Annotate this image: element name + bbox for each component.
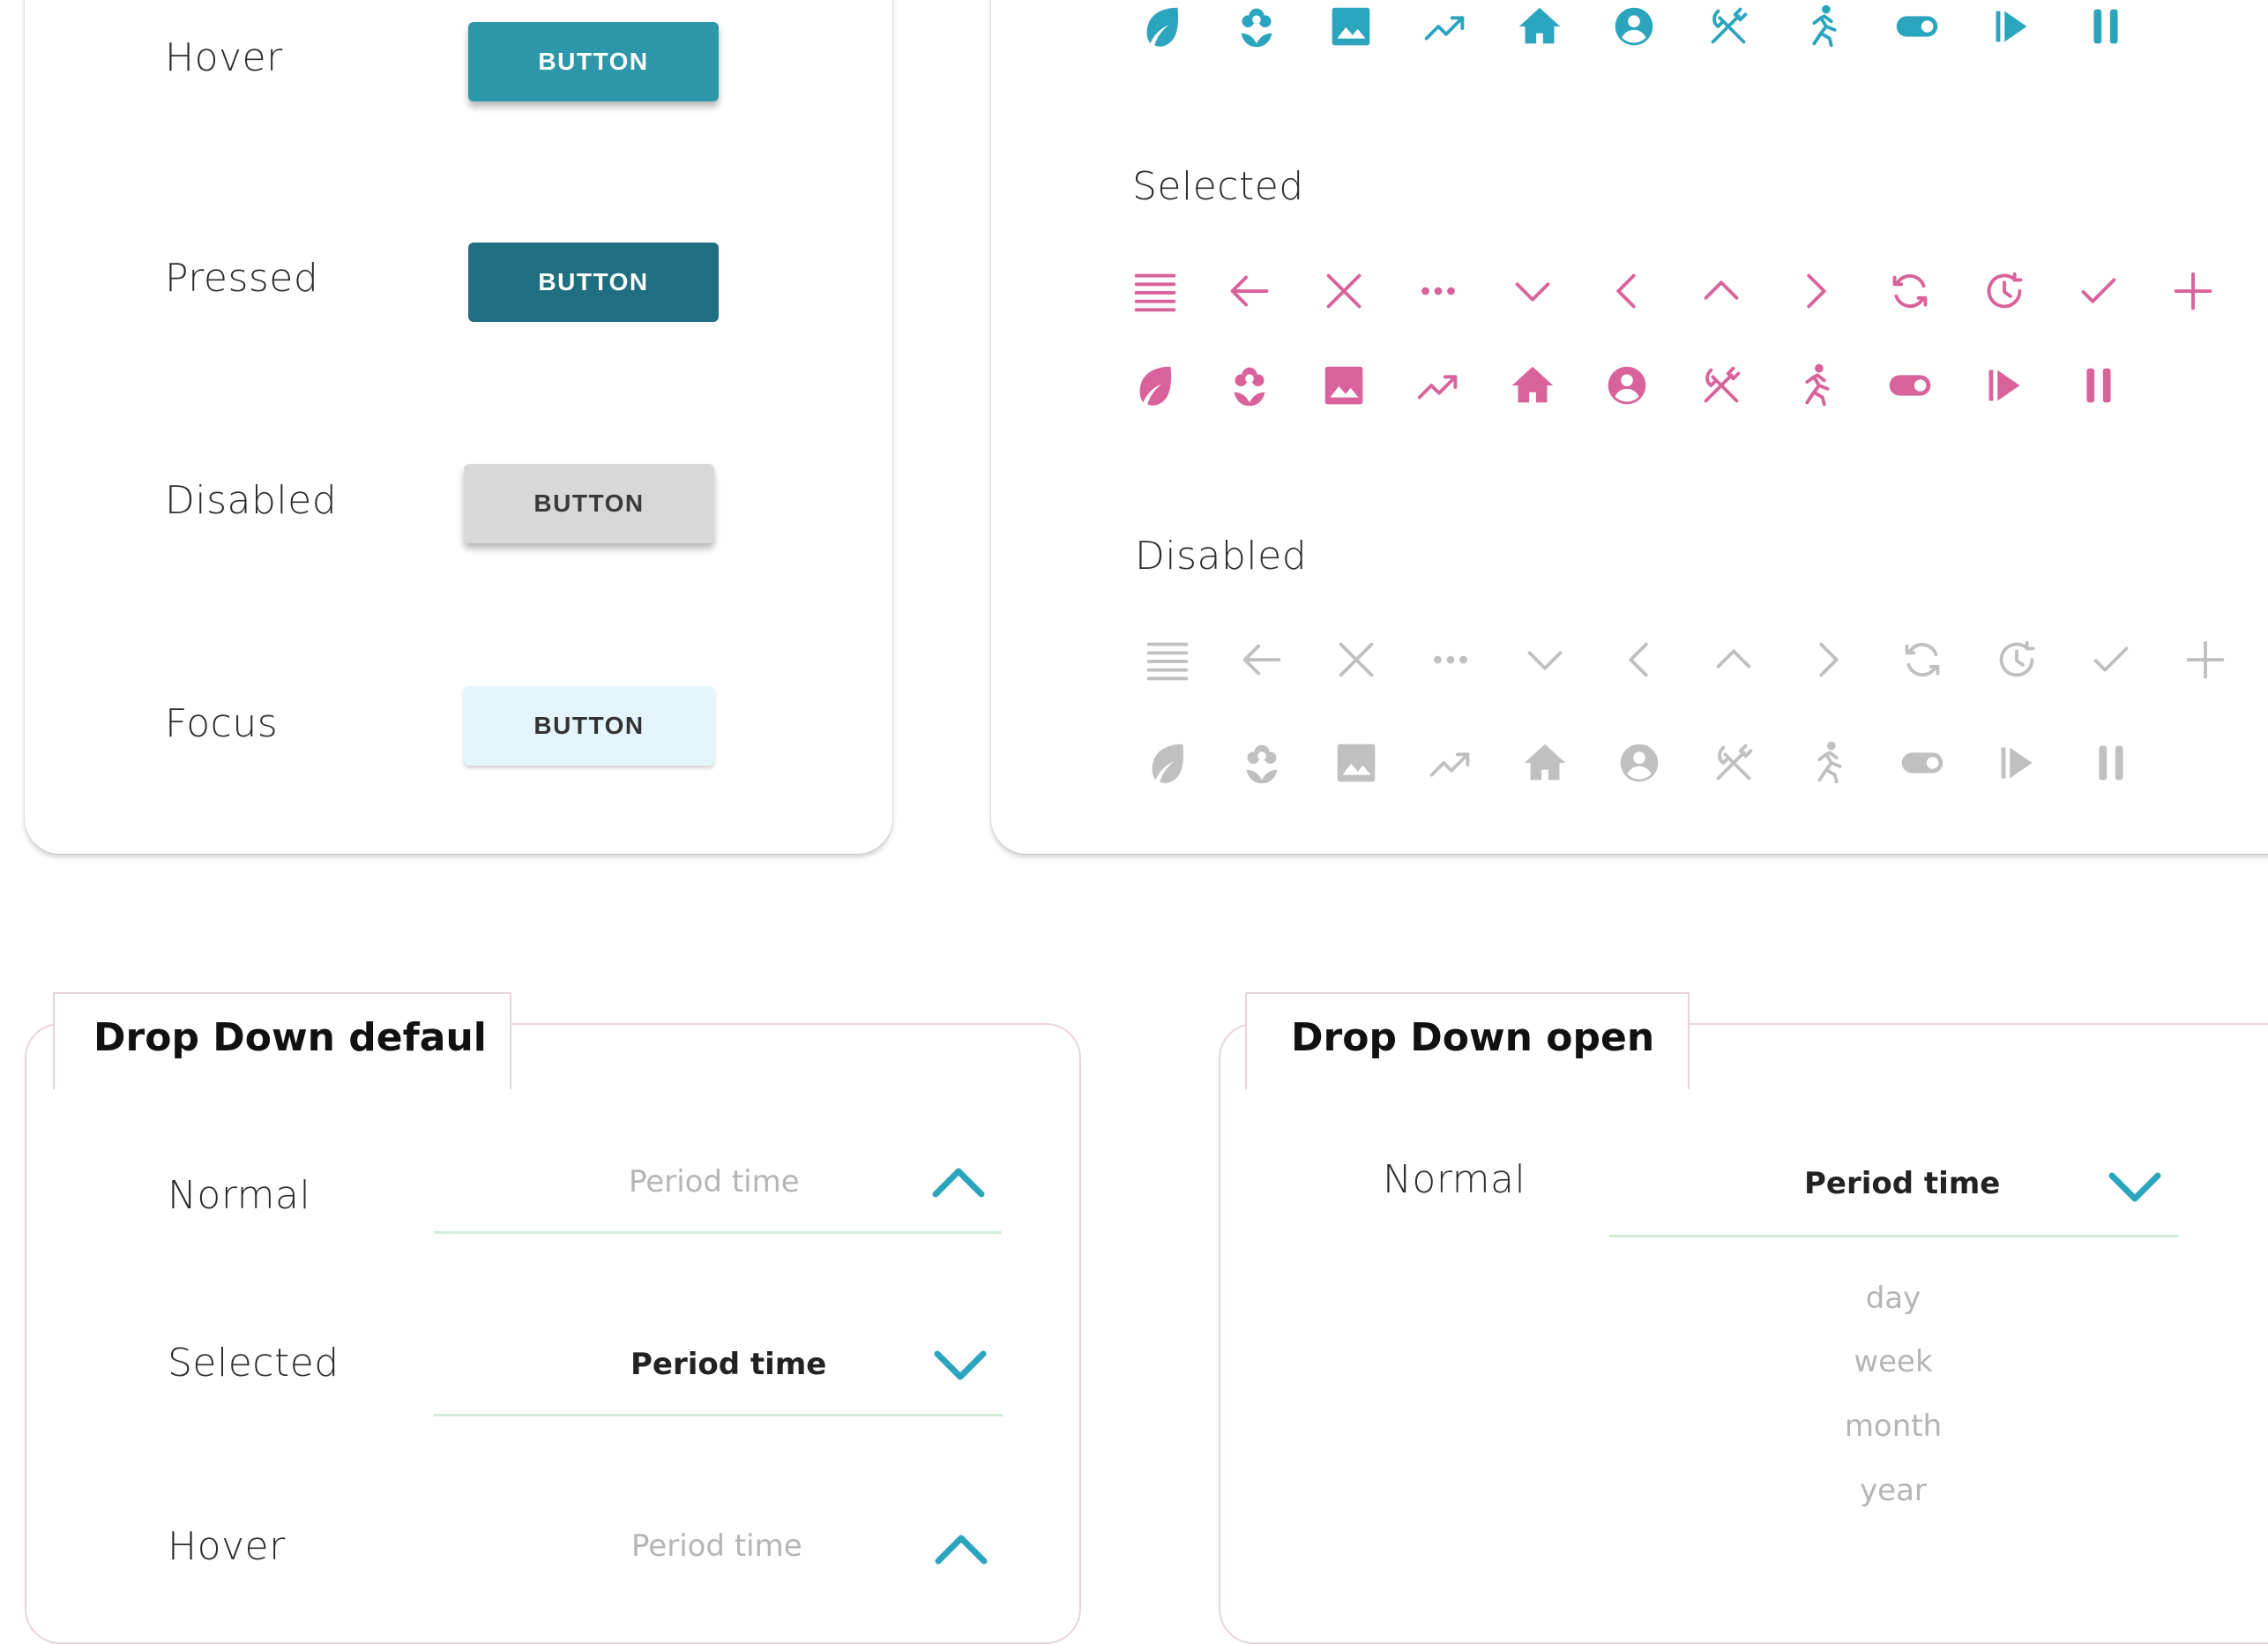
dropdown-default-title: Drop Down defaul: [53, 992, 511, 1089]
dropdown-open-card: [1219, 1023, 2268, 1644]
check-icon[interactable]: [2068, 260, 2130, 322]
ddo-normal-value: Period time: [1804, 1166, 2001, 1201]
home-icon[interactable]: [1514, 732, 1576, 794]
run-icon[interactable]: [1792, 0, 1854, 57]
arrow-left-icon[interactable]: [1231, 629, 1293, 691]
skip-play-icon[interactable]: [1973, 355, 2035, 416]
dd-normal-label: Normal: [168, 1173, 311, 1218]
cutlery-icon[interactable]: [1703, 732, 1764, 794]
arrow-left-icon[interactable]: [1219, 260, 1280, 322]
close-icon[interactable]: [1313, 260, 1375, 322]
disabled-state-label: Disabled: [165, 478, 338, 523]
image-icon[interactable]: [1313, 355, 1375, 416]
button-states-card: [25, 0, 892, 854]
focus-button[interactable]: BUTTON: [464, 686, 714, 766]
icon-row-disabled-b: [1137, 732, 2175, 794]
icon-row-selected-a: [1124, 260, 2257, 322]
dd-normal-value: Period time: [629, 1164, 800, 1199]
skip-play-icon[interactable]: [1986, 732, 2048, 794]
focus-state-label: Focus: [165, 701, 279, 746]
more-horizontal-icon[interactable]: [1420, 629, 1481, 691]
dropdown-open-title: Drop Down open: [1245, 992, 1690, 1089]
chevron-right-icon[interactable]: [1797, 629, 1859, 691]
close-icon[interactable]: [1325, 629, 1387, 691]
home-icon[interactable]: [1502, 355, 1563, 416]
leaf-icon[interactable]: [1137, 732, 1198, 794]
flower-icon[interactable]: [1226, 0, 1287, 57]
pause-icon[interactable]: [2080, 732, 2142, 794]
dropdown-option-day[interactable]: day: [1761, 1281, 2026, 1316]
chevron-up-icon[interactable]: [1703, 629, 1764, 691]
disabled-button: BUTTON: [464, 464, 714, 543]
home-icon[interactable]: [1509, 0, 1570, 57]
chevron-down-icon[interactable]: [1502, 260, 1563, 322]
ddo-normal-label: Normal: [1383, 1157, 1526, 1202]
chevron-left-icon[interactable]: [1608, 629, 1670, 691]
history-icon[interactable]: [1973, 260, 2035, 322]
chevron-up-icon[interactable]: [1690, 260, 1752, 322]
trending-up-icon[interactable]: [1407, 355, 1469, 416]
selected-icons-label: Selected: [1132, 164, 1304, 209]
pressed-state-label: Pressed: [165, 256, 319, 301]
pause-icon[interactable]: [2075, 0, 2137, 57]
cutlery-icon[interactable]: [1697, 0, 1759, 57]
chevron-down-icon[interactable]: [2107, 1169, 2163, 1204]
skip-play-icon[interactable]: [1981, 0, 2042, 57]
icons-card: [991, 0, 2268, 854]
image-icon[interactable]: [1325, 732, 1387, 794]
dd-hover-label: Hover: [168, 1524, 286, 1569]
account-circle-icon[interactable]: [1596, 355, 1658, 416]
image-icon[interactable]: [1320, 0, 1382, 57]
dropdown-option-year[interactable]: year: [1761, 1473, 2026, 1508]
chevron-left-icon[interactable]: [1596, 260, 1658, 322]
pressed-button[interactable]: BUTTON: [468, 243, 719, 322]
chevron-down-icon[interactable]: [1514, 629, 1576, 691]
dropdown-option-week[interactable]: week: [1761, 1344, 2026, 1379]
menu-icon[interactable]: [1124, 260, 1186, 322]
disabled-icons-label: Disabled: [1135, 534, 1308, 579]
trending-up-icon[interactable]: [1414, 0, 1476, 57]
trending-up-icon[interactable]: [1420, 732, 1481, 794]
chevron-right-icon[interactable]: [1785, 260, 1846, 322]
dd-selected-label: Selected: [168, 1341, 339, 1386]
plus-icon[interactable]: [2162, 260, 2224, 322]
dropdown-option-month[interactable]: month: [1761, 1409, 2026, 1444]
toggle-icon[interactable]: [1891, 732, 1953, 794]
plus-icon[interactable]: [2175, 629, 2236, 691]
leaf-icon[interactable]: [1131, 0, 1193, 57]
toggle-icon[interactable]: [1886, 0, 1948, 57]
more-horizontal-icon[interactable]: [1407, 260, 1469, 322]
hover-state-label: Hover: [165, 35, 283, 80]
toggle-icon[interactable]: [1879, 355, 1941, 416]
refresh-icon[interactable]: [1891, 629, 1953, 691]
flower-icon[interactable]: [1231, 732, 1293, 794]
history-icon[interactable]: [1986, 629, 2048, 691]
cutlery-icon[interactable]: [1690, 355, 1752, 416]
dd-hover-value: Period time: [631, 1528, 802, 1564]
icon-row-selected-b: [1124, 355, 2162, 416]
check-icon[interactable]: [2080, 629, 2142, 691]
chevron-up-icon[interactable]: [933, 1531, 989, 1566]
refresh-icon[interactable]: [1879, 260, 1941, 322]
account-circle-icon[interactable]: [1603, 0, 1665, 57]
chevron-down-icon[interactable]: [932, 1347, 989, 1382]
icon-row-disabled-a: [1137, 629, 2268, 691]
leaf-icon[interactable]: [1124, 355, 1186, 416]
pause-icon[interactable]: [2068, 355, 2130, 416]
dd-selected-value: Period time: [630, 1347, 827, 1382]
account-circle-icon[interactable]: [1608, 732, 1670, 794]
flower-icon[interactable]: [1219, 355, 1280, 416]
run-icon[interactable]: [1785, 355, 1846, 416]
chevron-up-icon[interactable]: [930, 1164, 987, 1199]
run-icon[interactable]: [1797, 732, 1859, 794]
menu-icon[interactable]: [1137, 629, 1198, 691]
icon-row-normal: [1131, 0, 2169, 57]
hover-button[interactable]: BUTTON: [468, 22, 719, 101]
